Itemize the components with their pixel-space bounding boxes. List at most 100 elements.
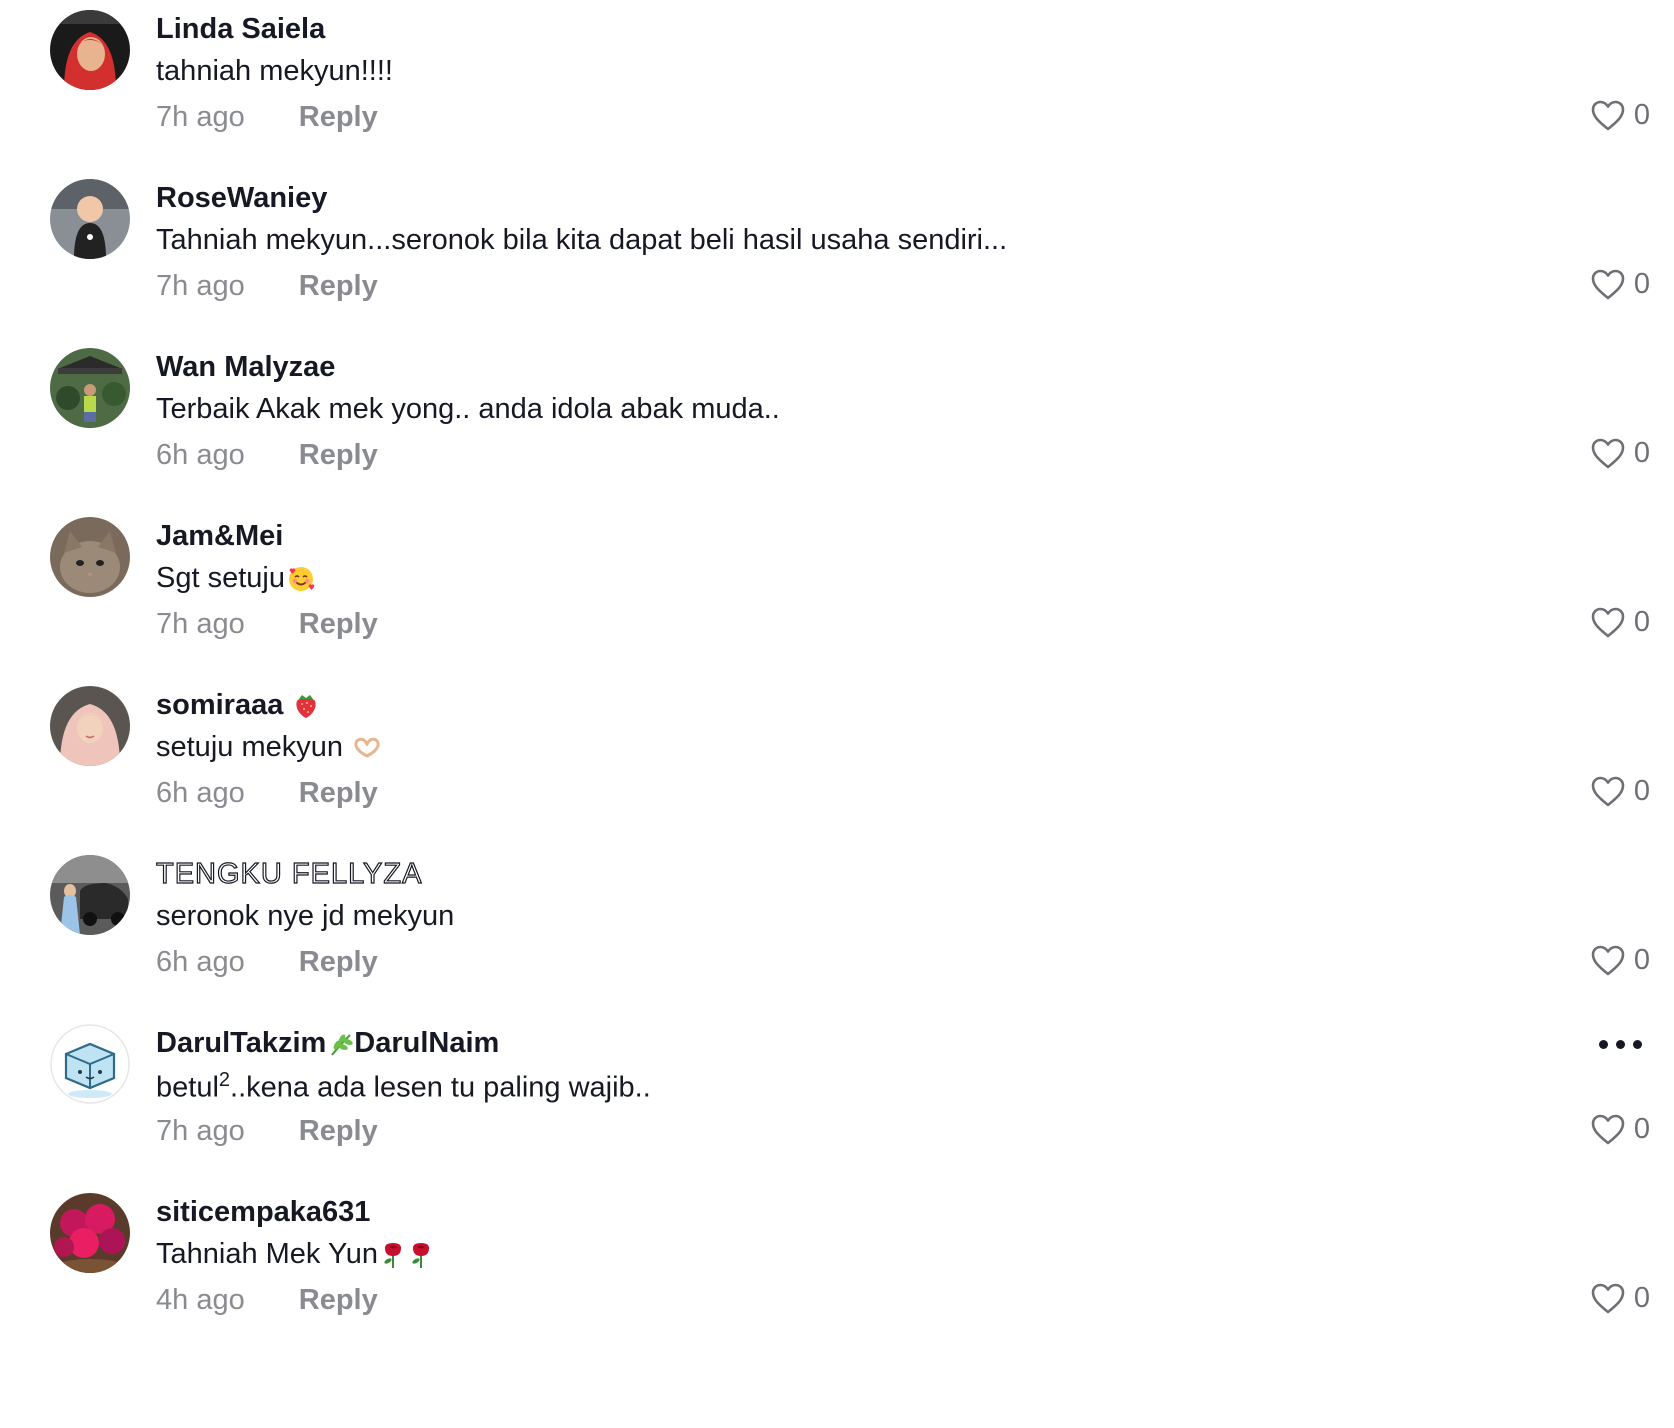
comment-text-superscript: 2 — [218, 1069, 231, 1091]
comment-item: somiraaa setuju mekyun 6h ago Reply 0 — [0, 676, 1674, 836]
like-button[interactable]: 0 — [1590, 99, 1650, 132]
reply-button[interactable]: Reply — [299, 1115, 378, 1147]
timestamp: 6h ago — [156, 777, 245, 809]
avatar[interactable] — [50, 686, 130, 766]
heart-icon — [1591, 100, 1625, 131]
avatar[interactable] — [50, 179, 130, 259]
avatar[interactable] — [50, 348, 130, 428]
like-button[interactable]: 0 — [1590, 944, 1650, 977]
username[interactable]: somiraaa — [156, 689, 319, 722]
comment-text: setuju mekyun — [156, 731, 381, 764]
comment-meta: 7h ago Reply — [156, 101, 378, 134]
username[interactable]: TENGKU FELLYZA — [155, 857, 422, 891]
comment-text: betul2..kena ada lesen tu paling wajib.. — [156, 1069, 651, 1105]
comment-text: Terbaik Akak mek yong.. anda idola abak … — [156, 393, 780, 425]
like-count: 0 — [1633, 1282, 1650, 1314]
comment-item: siticempaka631 Tahniah Mek Yun 4h ago Re… — [0, 1183, 1674, 1343]
like-count: 0 — [1633, 944, 1650, 976]
comment-item: Wan Malyzae Terbaik Akak mek yong.. anda… — [0, 338, 1674, 498]
username[interactable]: siticempaka631 — [156, 1196, 370, 1229]
like-button[interactable]: 0 — [1590, 437, 1650, 470]
username[interactable]: Jam&Mei — [156, 520, 283, 553]
avatar-cat-icon — [50, 517, 130, 597]
comment-text-body: Sgt setuju — [156, 562, 285, 594]
like-button[interactable]: 0 — [1590, 1282, 1650, 1315]
comment-text-part2: ..kena ada lesen tu paling wajib.. — [230, 1071, 651, 1104]
comment-list: Linda Saiela tahniah mekyun!!!! 7h ago R… — [0, 0, 1674, 1428]
strawberry-emoji-icon — [293, 692, 319, 720]
more-options-icon[interactable] — [1599, 1040, 1642, 1049]
timestamp: 6h ago — [156, 946, 245, 978]
avatar[interactable] — [50, 517, 130, 597]
comment-meta: 7h ago Reply — [156, 1115, 378, 1148]
comment-text: Tahniah Mek Yun — [156, 1238, 434, 1271]
avatar[interactable] — [50, 1193, 130, 1273]
reply-button[interactable]: Reply — [299, 1284, 378, 1316]
rose-emoji-icon — [408, 1241, 434, 1269]
like-count: 0 — [1633, 775, 1650, 807]
comment-meta: 6h ago Reply — [156, 439, 378, 472]
comment-text: Tahniah mekyun...seronok bila kita dapat… — [156, 224, 1008, 256]
like-button[interactable]: 0 — [1590, 606, 1650, 639]
reply-button[interactable]: Reply — [299, 608, 378, 640]
rose-emoji-icon — [380, 1241, 406, 1269]
comment-text: tahniah mekyun!!!! — [156, 55, 393, 87]
comment-text-body: setuju mekyun — [156, 731, 343, 763]
herb-emoji-icon — [328, 1031, 354, 1057]
heart-icon — [1591, 776, 1625, 807]
comment-item: TENGKU FELLYZA seronok nye jd mekyun 6h … — [0, 845, 1674, 1005]
avatar[interactable] — [50, 1024, 130, 1104]
comment-text: Sgt setuju — [156, 562, 315, 595]
timestamp: 6h ago — [156, 439, 245, 471]
avatar-woman-red-hijab-icon — [50, 10, 130, 90]
timestamp: 4h ago — [156, 1284, 245, 1316]
smiling-face-with-hearts-emoji-icon — [287, 565, 315, 593]
avatar-flowers-icon — [50, 1193, 130, 1273]
heart-icon — [1591, 1283, 1625, 1314]
like-count: 0 — [1633, 437, 1650, 469]
like-button[interactable]: 0 — [1590, 1113, 1650, 1146]
comment-item: Jam&Mei Sgt setuju 7h ago Reply 0 — [0, 507, 1674, 667]
username-text-part2: DarulNaim — [354, 1027, 500, 1059]
reply-button[interactable]: Reply — [299, 777, 378, 809]
heart-hands-emoji-icon — [353, 736, 381, 760]
avatar[interactable] — [50, 855, 130, 935]
like-button[interactable]: 0 — [1590, 775, 1650, 808]
comment-meta: 6h ago Reply — [156, 777, 378, 810]
comment-item: RoseWaniey Tahniah mekyun...seronok bila… — [0, 169, 1674, 329]
username[interactable]: Wan Malyzae — [156, 351, 335, 384]
timestamp: 7h ago — [156, 101, 245, 133]
avatar-garden-icon — [50, 348, 130, 428]
heart-icon — [1591, 1114, 1625, 1145]
like-count: 0 — [1633, 268, 1650, 300]
username[interactable]: RoseWaniey — [156, 182, 327, 215]
like-count: 0 — [1633, 606, 1650, 638]
heart-icon — [1591, 945, 1625, 976]
comment-item: Linda Saiela tahniah mekyun!!!! 7h ago R… — [0, 0, 1674, 160]
comment-text-body: Tahniah Mek Yun — [156, 1238, 378, 1270]
like-count: 0 — [1633, 99, 1650, 131]
avatar-woman-pink-hijab-icon — [50, 686, 130, 766]
like-button[interactable]: 0 — [1590, 268, 1650, 301]
avatar[interactable] — [50, 10, 130, 90]
username-text-part1: DarulTakzim — [156, 1027, 327, 1059]
comment-item: DarulTakzim DarulNaim betul2..kena ada l… — [0, 1014, 1674, 1174]
avatar-baby-icon — [50, 179, 130, 259]
comment-meta: 7h ago Reply — [156, 608, 378, 641]
like-count: 0 — [1633, 1113, 1650, 1145]
reply-button[interactable]: Reply — [299, 101, 378, 133]
reply-button[interactable]: Reply — [299, 946, 378, 978]
timestamp: 7h ago — [156, 608, 245, 640]
heart-icon — [1591, 607, 1625, 638]
reply-button[interactable]: Reply — [299, 439, 378, 471]
timestamp: 7h ago — [156, 1115, 245, 1147]
comment-meta: 4h ago Reply — [156, 1284, 378, 1317]
reply-button[interactable]: Reply — [299, 270, 378, 302]
comment-meta: 6h ago Reply — [156, 946, 378, 979]
heart-icon — [1591, 438, 1625, 469]
username[interactable]: DarulTakzim DarulNaim — [156, 1027, 499, 1060]
username[interactable]: Linda Saiela — [156, 13, 325, 46]
username-text: somiraaa — [156, 689, 284, 721]
comment-text-part1: betul — [156, 1071, 219, 1104]
avatar-ice-cube-icon — [50, 1024, 130, 1104]
